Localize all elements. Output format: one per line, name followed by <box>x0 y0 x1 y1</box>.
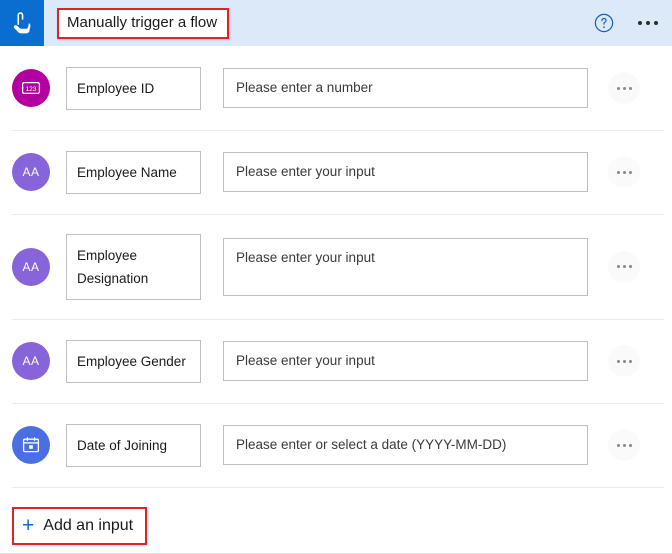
ellipsis-dot <box>628 265 632 268</box>
input-value-placeholder: Please enter your input <box>236 353 375 368</box>
trigger-header: Manually trigger a flow <box>0 0 672 46</box>
help-circle-icon[interactable] <box>594 13 614 33</box>
row-ellipsis-icon[interactable] <box>608 429 640 461</box>
ellipsis-dot <box>622 443 626 447</box>
input-rows-list: 123 Employee ID Please enter a number AA… <box>0 46 672 487</box>
ellipsis-dot <box>616 359 620 363</box>
trigger-title-highlight: Manually trigger a flow <box>57 7 230 39</box>
input-row: AA Employee Designation Please enter you… <box>0 214 672 319</box>
input-row: Date of Joining Please enter or select a… <box>0 403 672 487</box>
row-ellipsis-icon[interactable] <box>608 156 640 188</box>
page-title: Manually trigger a flow <box>67 13 218 31</box>
ellipsis-dot <box>616 265 620 268</box>
ellipsis-dot <box>622 359 626 363</box>
ellipsis-dot <box>628 359 632 363</box>
plus-icon: + <box>22 514 35 537</box>
ellipsis-dot <box>638 21 642 25</box>
ellipsis-menu-icon[interactable] <box>636 15 660 31</box>
input-name-field[interactable]: Employee Gender <box>66 339 201 383</box>
svg-text:123: 123 <box>25 86 36 93</box>
input-name-text: Date of Joining <box>77 437 168 453</box>
input-value-placeholder: Please enter a number <box>236 80 373 95</box>
input-name-field[interactable]: Employee Designation <box>66 233 201 300</box>
calendar-date-icon <box>12 426 50 464</box>
ellipsis-dot <box>654 21 658 25</box>
input-name-text: Employee Gender <box>77 353 186 369</box>
input-name-field[interactable]: Date of Joining <box>66 423 201 467</box>
input-value-field[interactable]: Please enter a number <box>223 68 588 108</box>
text-aa-glyph: AA <box>22 259 40 274</box>
row-ellipsis-icon[interactable] <box>608 345 640 377</box>
input-name-field[interactable]: Employee ID <box>66 66 201 110</box>
ellipsis-dot <box>628 86 632 90</box>
input-row: 123 Employee ID Please enter a number <box>0 46 672 130</box>
input-value-field[interactable]: Please enter your input <box>223 237 588 296</box>
input-value-field[interactable]: Please enter or select a date (YYYY-MM-D… <box>223 425 588 465</box>
ellipsis-dot <box>622 170 626 174</box>
ellipsis-dot <box>646 21 650 25</box>
input-name-field[interactable]: Employee Name <box>66 150 201 194</box>
text-aa-icon: AA <box>12 247 50 286</box>
ellipsis-dot <box>616 443 620 447</box>
add-input-button[interactable]: Add an input <box>43 516 133 536</box>
card-footer: + Add an input <box>0 487 672 545</box>
header-actions <box>594 0 660 46</box>
manual-trigger-card: Manually trigger a flow 123 Employee ID … <box>0 0 672 554</box>
input-row: AA Employee Name Please enter your input <box>0 130 672 214</box>
input-value-placeholder: Please enter or select a date (YYYY-MM-D… <box>236 437 507 452</box>
ellipsis-dot <box>616 170 620 174</box>
input-value-placeholder: Please enter your input <box>236 164 375 179</box>
row-ellipsis-icon[interactable] <box>608 250 640 283</box>
add-input-highlight: + Add an input <box>12 507 148 545</box>
tap-hand-icon <box>0 0 44 46</box>
input-value-field[interactable]: Please enter your input <box>223 341 588 381</box>
text-aa-glyph: AA <box>22 354 40 368</box>
text-aa-icon: AA <box>12 342 50 380</box>
ellipsis-dot <box>616 86 620 90</box>
ellipsis-dot <box>628 170 632 174</box>
input-name-text: Employee Name <box>77 164 177 180</box>
number-123-icon: 123 <box>12 69 50 107</box>
input-row: AA Employee Gender Please enter your inp… <box>0 319 672 403</box>
row-ellipsis-icon[interactable] <box>608 72 640 104</box>
input-value-field[interactable]: Please enter your input <box>223 152 588 192</box>
input-name-text: Employee ID <box>77 80 155 96</box>
ellipsis-dot <box>622 86 626 90</box>
text-aa-glyph: AA <box>22 165 40 179</box>
text-aa-icon: AA <box>12 153 50 191</box>
input-value-placeholder: Please enter your input <box>236 249 375 265</box>
ellipsis-dot <box>622 265 626 268</box>
ellipsis-dot <box>628 443 632 447</box>
input-name-text: Employee Designation <box>77 247 149 286</box>
